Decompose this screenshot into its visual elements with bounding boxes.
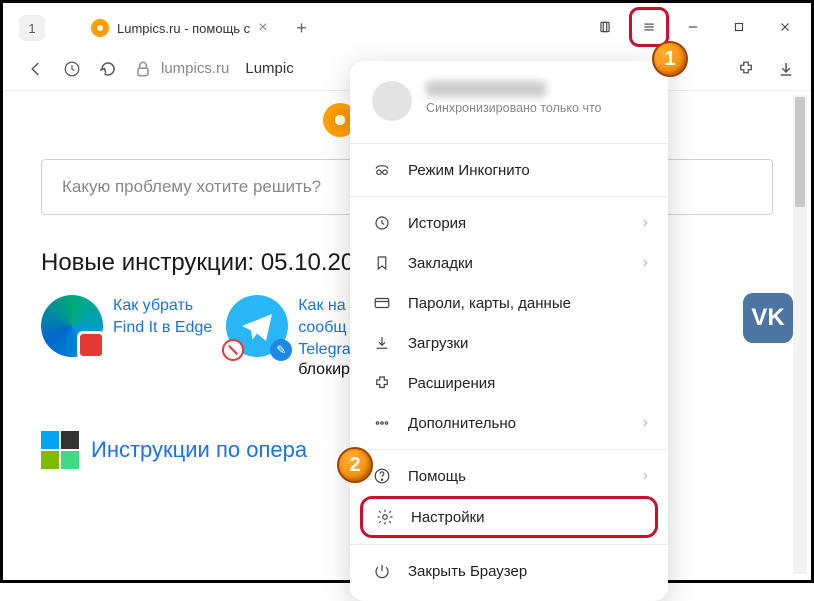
chevron-right-icon: › [643,254,648,272]
chevron-right-icon: › [643,414,648,432]
history-icon [372,213,392,233]
edge-icon [41,295,103,357]
chevron-right-icon: › [643,467,648,485]
menu-separator [350,143,668,144]
menu-separator [350,196,668,197]
article-1-text: Как убрать Find It в Edge [113,295,212,339]
menu-more[interactable]: Дополнительно › [350,403,668,443]
close-window-button[interactable] [763,10,807,44]
menu-separator [350,544,668,545]
menu-separator [350,449,668,450]
menu-help[interactable]: Помощь › [350,456,668,496]
article-1[interactable]: Как убрать Find It в Edge [41,295,212,379]
power-icon [372,561,392,581]
url-box[interactable]: lumpics.ru Lumpic [133,59,294,79]
bookmark-icon [372,253,392,273]
reload-button[interactable] [97,58,119,80]
tab-index-badge[interactable]: 1 [19,15,45,41]
avatar [372,81,412,121]
minimize-button[interactable] [671,10,715,44]
hamburger-highlight [629,7,669,47]
lock-icon [133,59,153,79]
telegram-icon [226,295,288,357]
sync-status: Синхронизировано только что [426,101,602,115]
close-tab-icon[interactable]: × [258,19,267,37]
window-controls [583,7,807,47]
downloads-icon[interactable] [775,58,797,80]
download-icon [372,333,392,353]
chevron-right-icon: › [643,214,648,232]
callout-2: 2 [337,447,373,483]
search-placeholder: Какую проблему хотите решить? [62,177,321,197]
card-icon [372,293,392,313]
url-page-title: Lumpic [245,60,293,77]
new-tab-button[interactable]: + [288,14,316,42]
menu-button[interactable] [633,11,665,43]
edit-badge-icon [270,339,292,361]
block-badge-icon [222,339,244,361]
menu-history[interactable]: История › [350,203,668,243]
extensions-icon[interactable] [735,58,757,80]
menu-close-browser[interactable]: Закрыть Браузер [350,551,668,591]
vertical-scrollbar[interactable] [793,95,807,574]
yandex-icon[interactable] [61,58,83,80]
menu-passwords[interactable]: Пароли, карты, данные [350,283,668,323]
menu-incognito[interactable]: Режим Инкогнито [350,150,668,190]
incognito-icon [372,160,392,180]
instructions-link[interactable]: Инструкции по опера [91,437,307,463]
vk-badge[interactable]: VK [743,293,793,343]
os-grid-icon [41,431,79,469]
addressbar-right [735,58,797,80]
browser-menu: Синхронизировано только что Режим Инкогн… [350,61,668,601]
callout-1: 1 [652,41,688,77]
menu-settings[interactable]: Настройки [360,496,658,538]
puzzle-icon [372,373,392,393]
menu-bookmarks[interactable]: Закладки › [350,243,668,283]
browser-tab[interactable]: Lumpics.ru - помощь с × [81,11,278,45]
titlebar: 1 Lumpics.ru - помощь с × + [3,3,811,47]
url-domain: lumpics.ru [161,60,229,77]
maximize-button[interactable] [717,10,761,44]
menu-extensions[interactable]: Расширения [350,363,668,403]
dots-icon [372,413,392,433]
scrollbar-thumb[interactable] [795,97,805,207]
tab-title: Lumpics.ru - помощь с [117,21,250,36]
tab-group: 1 Lumpics.ru - помощь с × + [3,3,316,45]
help-icon [372,466,392,486]
gear-icon [375,507,395,527]
menu-downloads[interactable]: Загрузки [350,323,668,363]
favorites-icon[interactable] [583,10,627,44]
menu-user-section[interactable]: Синхронизировано только что [350,75,668,137]
orange-icon [91,19,109,37]
back-button[interactable] [25,58,47,80]
user-name-blurred [426,81,546,97]
